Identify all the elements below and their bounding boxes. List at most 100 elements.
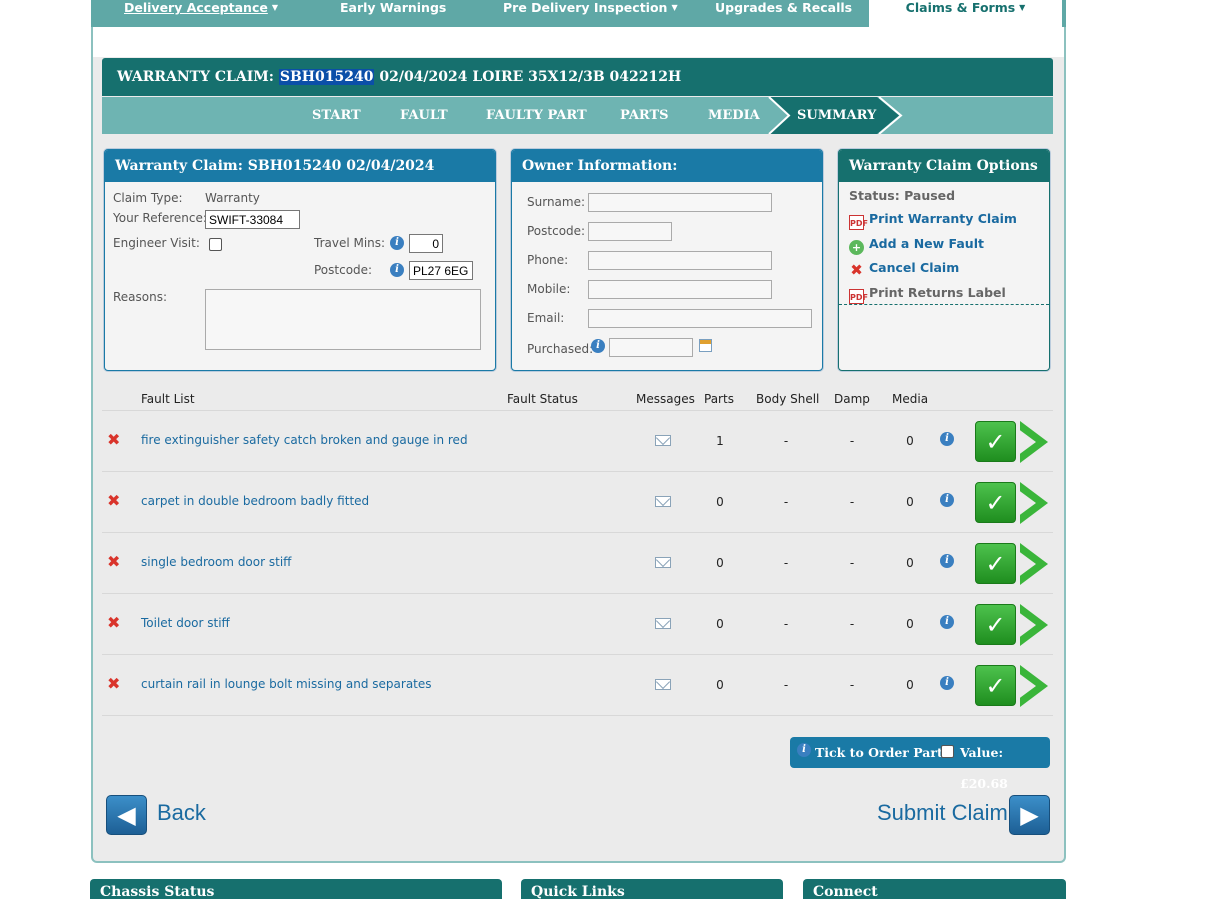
fault-parts-count: 0: [716, 617, 724, 631]
print-returns-label-link[interactable]: PDFPrint Returns Label: [849, 285, 1006, 304]
table-row: ✖ fire extinguisher safety catch broken …: [102, 411, 1053, 472]
info-icon[interactable]: i: [390, 236, 404, 250]
envelope-icon[interactable]: [655, 496, 671, 507]
delete-fault-icon[interactable]: ✖: [107, 613, 120, 632]
next-arrow-icon[interactable]: [1017, 604, 1048, 646]
fault-body-shell: -: [783, 434, 789, 448]
back-button[interactable]: Back: [157, 800, 206, 826]
delete-fault-icon[interactable]: ✖: [107, 430, 120, 449]
chevron-down-icon: ▼: [271, 3, 278, 12]
reference-input[interactable]: [205, 210, 300, 229]
phone-label: Phone:: [527, 253, 569, 267]
step-faulty-part[interactable]: FAULTY PART: [486, 97, 587, 134]
envelope-icon[interactable]: [655, 679, 671, 690]
order-parts-checkbox[interactable]: [941, 745, 954, 758]
nav-upgrades-label: Upgrades & Recalls: [715, 0, 853, 15]
order-value: Value: £20.68: [960, 745, 1008, 791]
engineer-visit-checkbox[interactable]: [209, 238, 222, 251]
postcode-input[interactable]: [409, 261, 473, 280]
envelope-icon[interactable]: [655, 557, 671, 568]
approve-fault-button[interactable]: ✓: [975, 543, 1016, 584]
back-button-icon[interactable]: ◀: [106, 795, 147, 835]
step-start[interactable]: START: [312, 97, 361, 134]
step-media[interactable]: MEDIA: [708, 97, 760, 134]
nav-claims-forms[interactable]: Claims & Forms ▼: [869, 0, 1062, 28]
approve-fault-button[interactable]: ✓: [975, 482, 1016, 523]
claim-type-label: Claim Type:: [113, 191, 183, 205]
approve-fault-button[interactable]: ✓: [975, 421, 1016, 462]
claim-status: Status: Paused: [849, 188, 956, 203]
travel-mins-input[interactable]: [409, 234, 443, 253]
approve-fault-button[interactable]: ✓: [975, 604, 1016, 645]
surname-label: Surname:: [527, 195, 586, 209]
email-input[interactable]: [588, 309, 812, 328]
options-divider: [839, 304, 1049, 305]
nav-pre-delivery-inspection[interactable]: Pre Delivery Inspection ▼: [503, 0, 678, 28]
envelope-icon[interactable]: [655, 618, 671, 629]
surname-input[interactable]: [588, 193, 772, 212]
fault-body-shell: -: [783, 678, 789, 692]
info-icon[interactable]: i: [940, 432, 954, 446]
print-warranty-claim-link[interactable]: PDFPrint Warranty Claim: [849, 211, 1017, 230]
info-icon[interactable]: i: [940, 676, 954, 690]
options-panel-title: Warranty Claim Options: [839, 150, 1049, 182]
engineer-visit-label: Engineer Visit:: [113, 236, 200, 250]
fault-description-link[interactable]: Toilet door stiff: [141, 616, 230, 630]
reference-label: Your Reference:: [113, 211, 207, 225]
content-frame-top: [91, 27, 1066, 57]
fault-description-link[interactable]: curtain rail in lounge bolt missing and …: [141, 677, 432, 691]
delete-fault-icon[interactable]: ✖: [107, 491, 120, 510]
fault-damp: -: [849, 678, 855, 692]
fault-damp: -: [849, 556, 855, 570]
next-arrow-icon[interactable]: [1017, 482, 1048, 524]
fault-media-count: 0: [906, 434, 914, 448]
fault-description-link[interactable]: fire extinguisher safety catch broken an…: [141, 433, 468, 447]
purchased-label: Purchased:: [527, 342, 594, 356]
step-fault[interactable]: FAULT: [400, 97, 448, 134]
chevron-down-icon: ▼: [1019, 3, 1026, 12]
info-icon[interactable]: i: [940, 554, 954, 568]
info-icon[interactable]: i: [591, 339, 605, 353]
step-parts[interactable]: PARTS: [620, 97, 669, 134]
nav-early-warnings-label: Early Warnings: [340, 0, 447, 15]
approve-fault-button[interactable]: ✓: [975, 665, 1016, 706]
info-icon[interactable]: i: [940, 615, 954, 629]
fault-damp: -: [849, 495, 855, 509]
mobile-input[interactable]: [588, 280, 772, 299]
fault-description-link[interactable]: single bedroom door stiff: [141, 555, 291, 569]
envelope-icon[interactable]: [655, 435, 671, 446]
calendar-icon[interactable]: [699, 339, 712, 352]
purchased-date-input[interactable]: [609, 338, 693, 357]
next-arrow-icon[interactable]: [1017, 665, 1048, 707]
info-icon[interactable]: i: [797, 743, 811, 757]
owner-postcode-input[interactable]: [588, 222, 672, 241]
fault-parts-count: 0: [716, 556, 724, 570]
fault-media-count: 0: [906, 495, 914, 509]
step-summary[interactable]: SUMMARY: [797, 97, 876, 134]
info-icon[interactable]: i: [940, 493, 954, 507]
next-arrow-icon[interactable]: [1017, 421, 1048, 463]
nav-upgrades-recalls[interactable]: Upgrades & Recalls: [715, 0, 852, 28]
pdf-icon: PDF: [849, 215, 868, 230]
reasons-textarea[interactable]: [205, 289, 481, 350]
fault-body-shell: -: [783, 495, 789, 509]
fault-parts-count: 0: [716, 678, 724, 692]
header-messages: Messages: [636, 392, 695, 406]
header-fault-status: Fault Status: [507, 392, 578, 406]
submit-claim-button[interactable]: Submit Claim: [877, 800, 1008, 826]
delete-fault-icon[interactable]: ✖: [107, 674, 120, 693]
chevron-down-icon: ▼: [671, 3, 678, 12]
delete-fault-icon[interactable]: ✖: [107, 552, 120, 571]
fault-media-count: 0: [906, 678, 914, 692]
submit-arrow-icon[interactable]: ▶: [1009, 795, 1050, 835]
nav-claims-label: Claims & Forms: [905, 0, 1016, 15]
nav-delivery-acceptance[interactable]: Delivery Acceptance ▼: [124, 0, 278, 28]
info-icon[interactable]: i: [390, 263, 404, 277]
add-new-fault-link[interactable]: + Add a New Fault: [849, 236, 984, 255]
fault-description-link[interactable]: carpet in double bedroom badly fitted: [141, 494, 369, 508]
next-arrow-icon[interactable]: [1017, 543, 1048, 585]
nav-early-warnings[interactable]: Early Warnings: [340, 0, 446, 28]
fault-parts-count: 0: [716, 495, 724, 509]
phone-input[interactable]: [588, 251, 772, 270]
cancel-claim-link[interactable]: ✖ Cancel Claim: [849, 260, 959, 278]
